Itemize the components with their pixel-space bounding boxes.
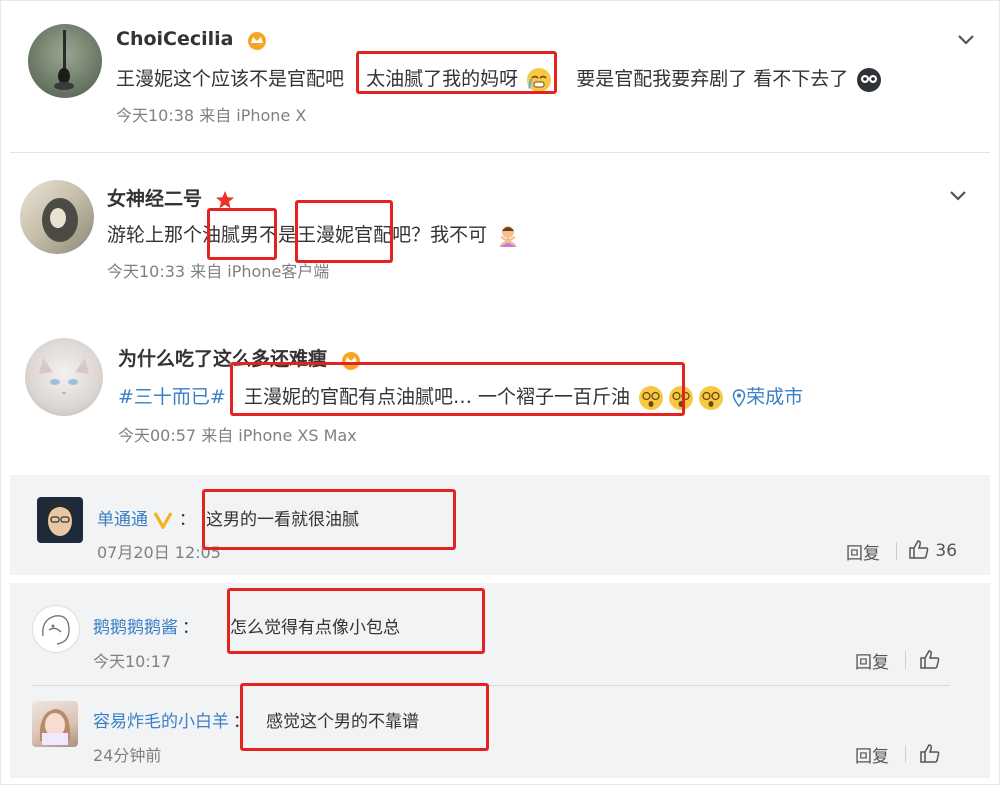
- shocked-face-emoji-icon: [857, 67, 882, 92]
- avatar[interactable]: [32, 605, 80, 653]
- divider: [10, 152, 990, 153]
- reply-button[interactable]: 回复: [855, 742, 889, 767]
- avatar-white-cat-icon: [39, 358, 89, 395]
- reply-username-text[interactable]: 容易炸毛的小白羊: [93, 712, 229, 732]
- comment-text-part: 要是官配我要弃剧了 看不下去了: [576, 68, 849, 90]
- reply-thread: 鹅鹅鹅鹅酱： 怎么觉得有点像小包总 今天10:17 回复 容易炸毛的小白羊： 感…: [10, 583, 990, 778]
- reply-button[interactable]: 回复: [855, 648, 889, 673]
- chevron-down-icon[interactable]: [955, 28, 977, 50]
- highlight-box: [356, 51, 557, 94]
- red-star-badge-icon: [215, 190, 234, 208]
- topic-link[interactable]: #三十而已#: [118, 386, 226, 408]
- reply-separator: ：: [182, 618, 199, 638]
- divider: [905, 651, 906, 669]
- reply-username[interactable]: 单通通 ：: [97, 505, 196, 531]
- avatar-man-icon: [47, 502, 73, 536]
- person-gesturing-no-emoji-icon: [499, 225, 518, 247]
- chevron-down-icon[interactable]: [947, 184, 969, 206]
- avatar[interactable]: [20, 180, 94, 254]
- location-link[interactable]: 荣成市: [732, 386, 803, 408]
- comment-meta: 今天00:57 来自 iPhone XS Max: [118, 426, 357, 445]
- comment-meta: 今天10:38 来自 iPhone X: [116, 106, 307, 125]
- avatar-default-sketch-icon: [42, 615, 70, 645]
- reply-username[interactable]: 鹅鹅鹅鹅酱：: [93, 613, 199, 638]
- avatar-girl-icon: [39, 709, 71, 745]
- reply-button[interactable]: 回复: [846, 539, 880, 564]
- like-button[interactable]: 36: [908, 539, 957, 561]
- comment-text-part: 王漫妮这个应该不是官配吧: [116, 68, 345, 90]
- reply-username[interactable]: 容易炸毛的小白羊：: [93, 707, 250, 732]
- thumbs-up-icon[interactable]: [919, 743, 941, 763]
- reply-username-text[interactable]: 单通通: [97, 510, 148, 530]
- highlight-box: [240, 683, 489, 751]
- highlight-box: [295, 200, 393, 263]
- like-count: 36: [935, 541, 958, 561]
- divider: [32, 685, 950, 686]
- divider: [905, 745, 906, 763]
- comment-username[interactable]: ChoiCecilia: [116, 28, 268, 50]
- thumbs-up-icon: [909, 540, 929, 559]
- reply-time: 24分钟前: [93, 746, 162, 765]
- avatar-figure-icon: [54, 30, 74, 90]
- reply-username-text[interactable]: 鹅鹅鹅鹅酱: [93, 618, 178, 638]
- reply-thread: 单通通 ： 这男的一看就很油腻 07月20日 12:05 回复 36: [10, 475, 990, 575]
- highlight-box: [230, 362, 685, 416]
- comment-username[interactable]: 女神经二号: [107, 184, 235, 211]
- dizzy-face-emoji-icon: [699, 385, 724, 410]
- crown-badge-icon: [248, 31, 267, 50]
- thumbs-up-icon[interactable]: [919, 649, 941, 669]
- location-pin-icon: [732, 388, 746, 407]
- location-text[interactable]: 荣成市: [746, 386, 803, 408]
- highlight-box: [227, 588, 485, 654]
- reply-time: 今天10:17: [93, 652, 172, 671]
- divider: [896, 542, 897, 560]
- avatar[interactable]: [25, 338, 103, 416]
- avatar[interactable]: [37, 497, 83, 543]
- comment-card-2: 女神经二号 游轮上那个油腻男不是王漫妮官配吧？我不可 今天10:33 来自 iP…: [10, 162, 990, 297]
- avatar[interactable]: [28, 24, 102, 98]
- highlight-box: [207, 208, 277, 260]
- comment-text-part: 游轮上那个: [107, 224, 203, 246]
- reply-separator: ：: [178, 510, 196, 530]
- highlight-box: [202, 489, 456, 550]
- avatar[interactable]: [32, 701, 78, 747]
- avatar-cat-icon: [42, 198, 78, 242]
- username-text[interactable]: ChoiCecilia: [116, 28, 234, 50]
- verified-v-badge-icon: [154, 512, 173, 531]
- username-text[interactable]: 女神经二号: [107, 188, 202, 210]
